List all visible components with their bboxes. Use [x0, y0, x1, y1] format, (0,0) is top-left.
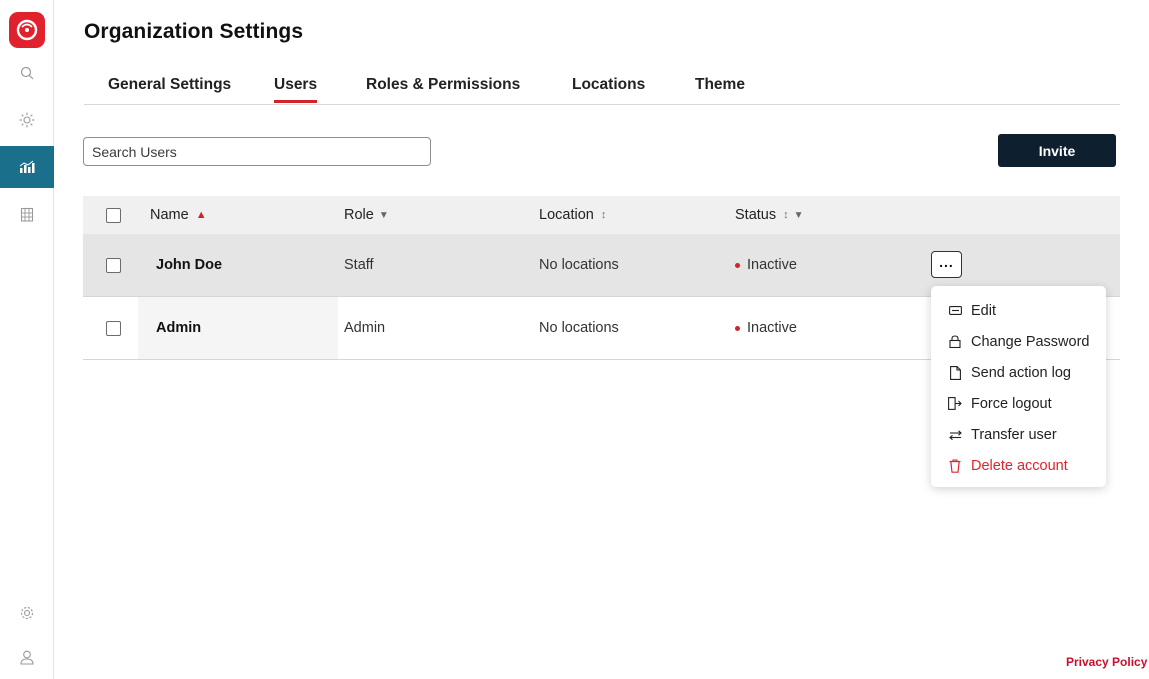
column-header-name-label: Name [150, 207, 189, 223]
nav-profile[interactable] [0, 636, 54, 678]
sun-icon [19, 112, 35, 128]
status-label: Inactive [747, 320, 797, 336]
trash-icon [947, 458, 963, 474]
user-location: No locations [539, 320, 619, 336]
edit-icon [947, 303, 963, 319]
table-header: Name ▲︎ Role ▼ Location ↕ Status ↕ ▼ [83, 196, 1120, 234]
column-header-role-label: Role [344, 207, 374, 223]
sort-icon[interactable]: ▲︎ [196, 209, 207, 221]
tab-theme[interactable]: Theme [695, 76, 745, 94]
invite-button[interactable]: Invite [998, 134, 1116, 167]
menu-item-transfer-user[interactable]: Transfer user [931, 419, 1106, 450]
menu-item-label: Transfer user [971, 426, 1057, 443]
menu-item-label: Force logout [971, 395, 1052, 412]
search-users-input[interactable] [83, 137, 431, 166]
search-icon [20, 66, 34, 80]
menu-item-delete-account[interactable]: Delete account [931, 450, 1106, 481]
tab-users[interactable]: Users [274, 76, 318, 103]
building-icon [20, 207, 34, 222]
column-header-location-label: Location [539, 207, 594, 223]
status-badge: Inactive [735, 297, 797, 359]
user-role: Admin [344, 320, 386, 336]
more-actions-button[interactable]: ... [931, 251, 962, 278]
sort-icon[interactable]: ↕ [783, 209, 789, 221]
menu-item-label: Edit [971, 302, 996, 319]
menu-item-label: Change Password [971, 333, 1090, 350]
transfer-icon [947, 427, 963, 443]
column-header-name[interactable]: Name ▲︎ [138, 196, 338, 234]
gear-icon [20, 606, 34, 620]
tab-roles-permissions[interactable]: Roles & Permissions [366, 76, 520, 94]
user-name: John Doe [156, 257, 223, 273]
nav-buildings[interactable] [0, 193, 54, 235]
filter-icon[interactable]: ▼ [379, 210, 389, 221]
app-logo-icon [16, 19, 38, 41]
tab-general-settings[interactable]: General Settings [108, 76, 231, 94]
tab-locations[interactable]: Locations [572, 76, 645, 94]
user-location: No locations [539, 257, 619, 273]
nav-analytics[interactable] [0, 146, 54, 188]
user-icon [20, 650, 34, 665]
sort-icon[interactable]: ↕ [601, 209, 607, 221]
user-role: Staff [344, 257, 374, 273]
column-header-status-label: Status [735, 207, 777, 223]
nav-search[interactable] [0, 52, 54, 94]
nav-sun[interactable] [0, 99, 54, 141]
menu-item-force-logout[interactable]: Force logout [931, 388, 1106, 419]
row-checkbox[interactable] [106, 321, 121, 336]
column-header-role[interactable]: Role ▼ [344, 196, 389, 234]
analytics-icon [19, 160, 35, 173]
row-actions-menu: Edit Change Password Send action log For… [931, 286, 1106, 487]
status-dot [735, 262, 740, 268]
lock-icon [947, 334, 963, 350]
sidebar [0, 0, 54, 679]
menu-item-label: Send action log [971, 364, 1071, 381]
column-header-status[interactable]: Status ↕ ▼ [735, 196, 804, 234]
menu-item-send-action-log[interactable]: Send action log [931, 357, 1106, 388]
settings-tabs: General Settings Users Roles & Permissio… [84, 70, 1120, 105]
status-label: Inactive [747, 257, 797, 273]
document-icon [947, 365, 963, 381]
app-logo[interactable] [9, 12, 45, 48]
logout-icon [947, 396, 963, 412]
filter-icon[interactable]: ▼ [794, 210, 804, 221]
menu-item-label: Delete account [971, 457, 1068, 474]
privacy-policy-link[interactable]: Privacy Policy [1066, 655, 1147, 669]
status-badge: Inactive [735, 234, 797, 296]
menu-item-change-password[interactable]: Change Password [931, 326, 1106, 357]
nav-settings[interactable] [0, 592, 54, 634]
column-header-location[interactable]: Location ↕ [539, 196, 606, 234]
menu-item-edit[interactable]: Edit [931, 295, 1106, 326]
status-dot [735, 325, 740, 331]
user-name: Admin [138, 297, 338, 359]
page-title: Organization Settings [84, 20, 304, 43]
row-checkbox[interactable] [106, 258, 121, 273]
select-all-checkbox[interactable] [106, 208, 121, 223]
